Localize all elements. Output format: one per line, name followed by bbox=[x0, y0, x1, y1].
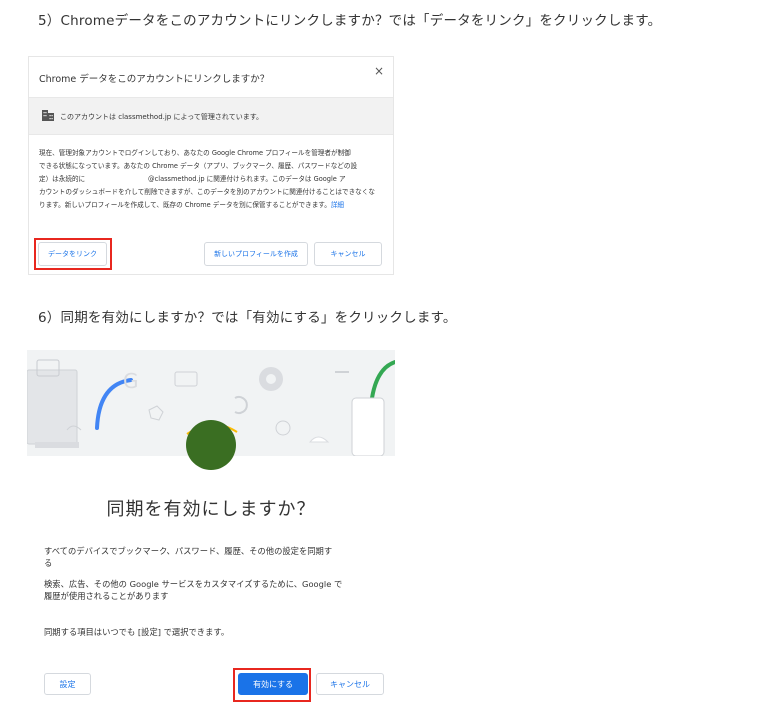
body-line: 定）は永続的に @classmethod.jp に関連付けられます。このデータは… bbox=[39, 175, 346, 183]
body-line: 現在、管理対象アカウントでログインしており、あなたの Google Chrome… bbox=[39, 149, 351, 157]
body-line: カウントのダッシュボードを介して削除できますが、このデータを別のアカウントに関連… bbox=[39, 188, 375, 196]
close-icon[interactable]: × bbox=[374, 64, 384, 78]
sync-dialog: G G 同期を有効にしますか？ すべてのデバイスでブックマーク、パスワード、履歴… bbox=[27, 350, 395, 707]
step-5-instruction: 5）Chromeデータをこのアカウントにリンクしますか？では「データをリンク」を… bbox=[38, 13, 662, 29]
cancel-button[interactable]: キャンセル bbox=[314, 242, 382, 266]
avatar bbox=[186, 420, 236, 470]
svg-text:G: G bbox=[123, 369, 139, 393]
link-data-button[interactable]: データをリンク bbox=[38, 242, 107, 266]
personalization-notice: 検索、広告、その他の Google サービスをカスタマイズするために、Googl… bbox=[44, 579, 343, 601]
dialog-body: 現在、管理対象アカウントでログインしており、あなたの Google Chrome… bbox=[39, 147, 385, 212]
settings-hint: 同期する項目はいつでも [設定] で選択できます。 bbox=[44, 627, 230, 637]
sync-description: すべてのデバイスでブックマーク、パスワード、履歴、その他の設定を同期す る bbox=[44, 546, 333, 568]
settings-button[interactable]: 設定 bbox=[44, 673, 91, 695]
dialog-title: Chrome データをこのアカウントにリンクしますか？ bbox=[39, 74, 270, 85]
body-line: できる状態になっています。あなたの Chrome データ（アプリ、ブックマーク、… bbox=[39, 162, 358, 170]
enable-sync-button[interactable]: 有効にする bbox=[238, 673, 308, 695]
link-data-dialog: Chrome データをこのアカウントにリンクしますか？ × このアカウントは c… bbox=[29, 57, 393, 274]
cancel-button[interactable]: キャンセル bbox=[316, 673, 384, 695]
body-line: ります。新しいプロフィールを作成して、既存の Chrome データを別に保管する… bbox=[39, 201, 345, 209]
step-6-instruction: 6）同期を有効にしますか？では「有効にする」をクリックします。 bbox=[38, 310, 457, 326]
sync-dialog-title: 同期を有効にしますか？ bbox=[106, 499, 316, 520]
building-icon bbox=[42, 110, 54, 121]
create-new-profile-button[interactable]: 新しいプロフィールを作成 bbox=[204, 242, 308, 266]
details-link[interactable]: 詳細 bbox=[331, 201, 344, 209]
managed-notice-bar: このアカウントは classmethod.jp によって管理されています。 bbox=[29, 97, 393, 135]
managed-notice-text: このアカウントは classmethod.jp によって管理されています。 bbox=[60, 113, 264, 121]
